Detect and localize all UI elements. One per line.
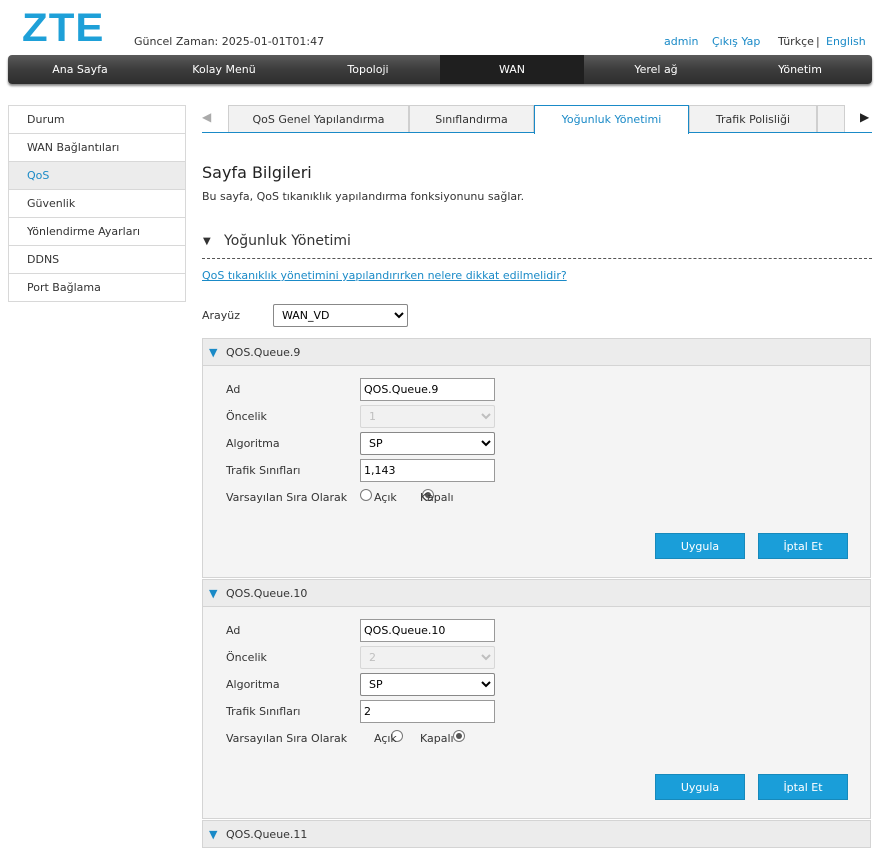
default-on-label: Açık [374, 732, 397, 745]
nav-home[interactable]: Ana Sayfa [8, 55, 152, 84]
expand-triangle-icon: ▼ [209, 346, 218, 359]
name-input[interactable] [360, 619, 495, 642]
nav-easy-menu[interactable]: Kolay Menü [152, 55, 296, 84]
name-input[interactable] [360, 378, 495, 401]
nav-wan[interactable]: WAN [440, 55, 584, 84]
name-label: Ad [226, 624, 241, 637]
main-nav: Ana Sayfa Kolay Menü Topoloji WAN Yerel … [8, 55, 872, 84]
sidebar-item-port-binding[interactable]: Port Bağlama [9, 274, 185, 302]
default-off-radio[interactable] [452, 730, 465, 742]
priority-label: Öncelik [226, 651, 267, 664]
traffic-classes-input[interactable] [360, 459, 495, 482]
algorithm-select[interactable]: SP [360, 432, 495, 455]
lang-turkish[interactable]: Türkçe [778, 35, 814, 48]
algorithm-select[interactable]: SP [360, 673, 495, 696]
sidebar-item-status[interactable]: Durum [9, 106, 185, 134]
tab-scroll-right-icon[interactable]: ▶ [860, 110, 869, 124]
section-divider [202, 258, 872, 259]
queue-header[interactable]: ▼ QOS.Queue.11 [202, 820, 871, 848]
cancel-button[interactable]: İptal Et [758, 533, 848, 559]
sidebar: Durum WAN Bağlantıları QoS Güvenlik Yönl… [8, 105, 186, 302]
traffic-classes-label: Trafik Sınıfları [226, 464, 301, 477]
sidebar-item-qos[interactable]: QoS [9, 162, 185, 190]
apply-button[interactable]: Uygula [655, 533, 745, 559]
expand-triangle-icon: ▼ [209, 587, 218, 600]
name-label: Ad [226, 383, 241, 396]
expand-triangle-icon: ▼ [209, 828, 218, 841]
default-queue-label: Varsayılan Sıra Olarak [226, 491, 348, 504]
priority-select[interactable]: 1 [360, 405, 495, 428]
nav-management[interactable]: Yönetim [728, 55, 872, 84]
queue-title: QOS.Queue.9 [226, 346, 301, 359]
help-link[interactable]: QoS tıkanıklık yönetimini yapılandırırke… [202, 269, 567, 282]
page-description: Bu sayfa, QoS tıkanıklık yapılandırma fo… [202, 190, 525, 203]
traffic-classes-label: Trafik Sınıfları [226, 705, 301, 718]
sidebar-item-routing[interactable]: Yönlendirme Ayarları [9, 218, 185, 246]
lang-separator: | [816, 35, 820, 48]
queue-header[interactable]: ▼ QOS.Queue.9 [202, 338, 871, 366]
section-title: Yoğunluk Yönetimi [224, 233, 351, 249]
default-on-label: Açık [374, 491, 397, 504]
default-queue-label: Varsayılan Sıra Olarak [226, 732, 348, 745]
queue-header[interactable]: ▼ QOS.Queue.10 [202, 579, 871, 607]
sidebar-item-wan-connections[interactable]: WAN Bağlantıları [9, 134, 185, 162]
tab-classification[interactable]: Sınıflandırma [409, 105, 534, 132]
lang-english[interactable]: English [826, 35, 866, 48]
tab-qos-general[interactable]: QoS Genel Yapılandırma [228, 105, 409, 132]
default-off-label: Kapalı [420, 491, 454, 504]
priority-select[interactable]: 2 [360, 646, 495, 669]
nav-topology[interactable]: Topoloji [296, 55, 440, 84]
tab-more[interactable] [817, 105, 845, 132]
page-title: Sayfa Bilgileri [202, 163, 312, 182]
cancel-button[interactable]: İptal Et [758, 774, 848, 800]
default-on-radio[interactable] [360, 489, 372, 501]
interface-label: Arayüz [202, 309, 241, 322]
queue-title: QOS.Queue.10 [226, 587, 308, 600]
default-off-label: Kapalı [420, 732, 454, 745]
algorithm-label: Algoritma [226, 437, 280, 450]
tab-congestion-management[interactable]: Yoğunluk Yönetimi [534, 105, 689, 134]
nav-local-network[interactable]: Yerel ağ [584, 55, 728, 84]
logout-link[interactable]: Çıkış Yap [712, 35, 760, 48]
tab-traffic-policing[interactable]: Trafik Polisliği [689, 105, 817, 132]
current-time: Güncel Zaman: 2025-01-01T01:47 [134, 35, 325, 48]
sidebar-item-ddns[interactable]: DDNS [9, 246, 185, 274]
queue-title: QOS.Queue.11 [226, 828, 308, 841]
sidebar-item-security[interactable]: Güvenlik [9, 190, 185, 218]
tab-scroll-left-icon[interactable]: ◀ [202, 110, 211, 124]
apply-button[interactable]: Uygula [655, 774, 745, 800]
admin-link[interactable]: admin [664, 35, 698, 48]
zte-logo: ZTE [22, 6, 105, 50]
traffic-classes-input[interactable] [360, 700, 495, 723]
section-collapse-icon[interactable]: ▼ [203, 236, 211, 247]
algorithm-label: Algoritma [226, 678, 280, 691]
interface-select[interactable]: WAN_VD [273, 304, 408, 327]
priority-label: Öncelik [226, 410, 267, 423]
